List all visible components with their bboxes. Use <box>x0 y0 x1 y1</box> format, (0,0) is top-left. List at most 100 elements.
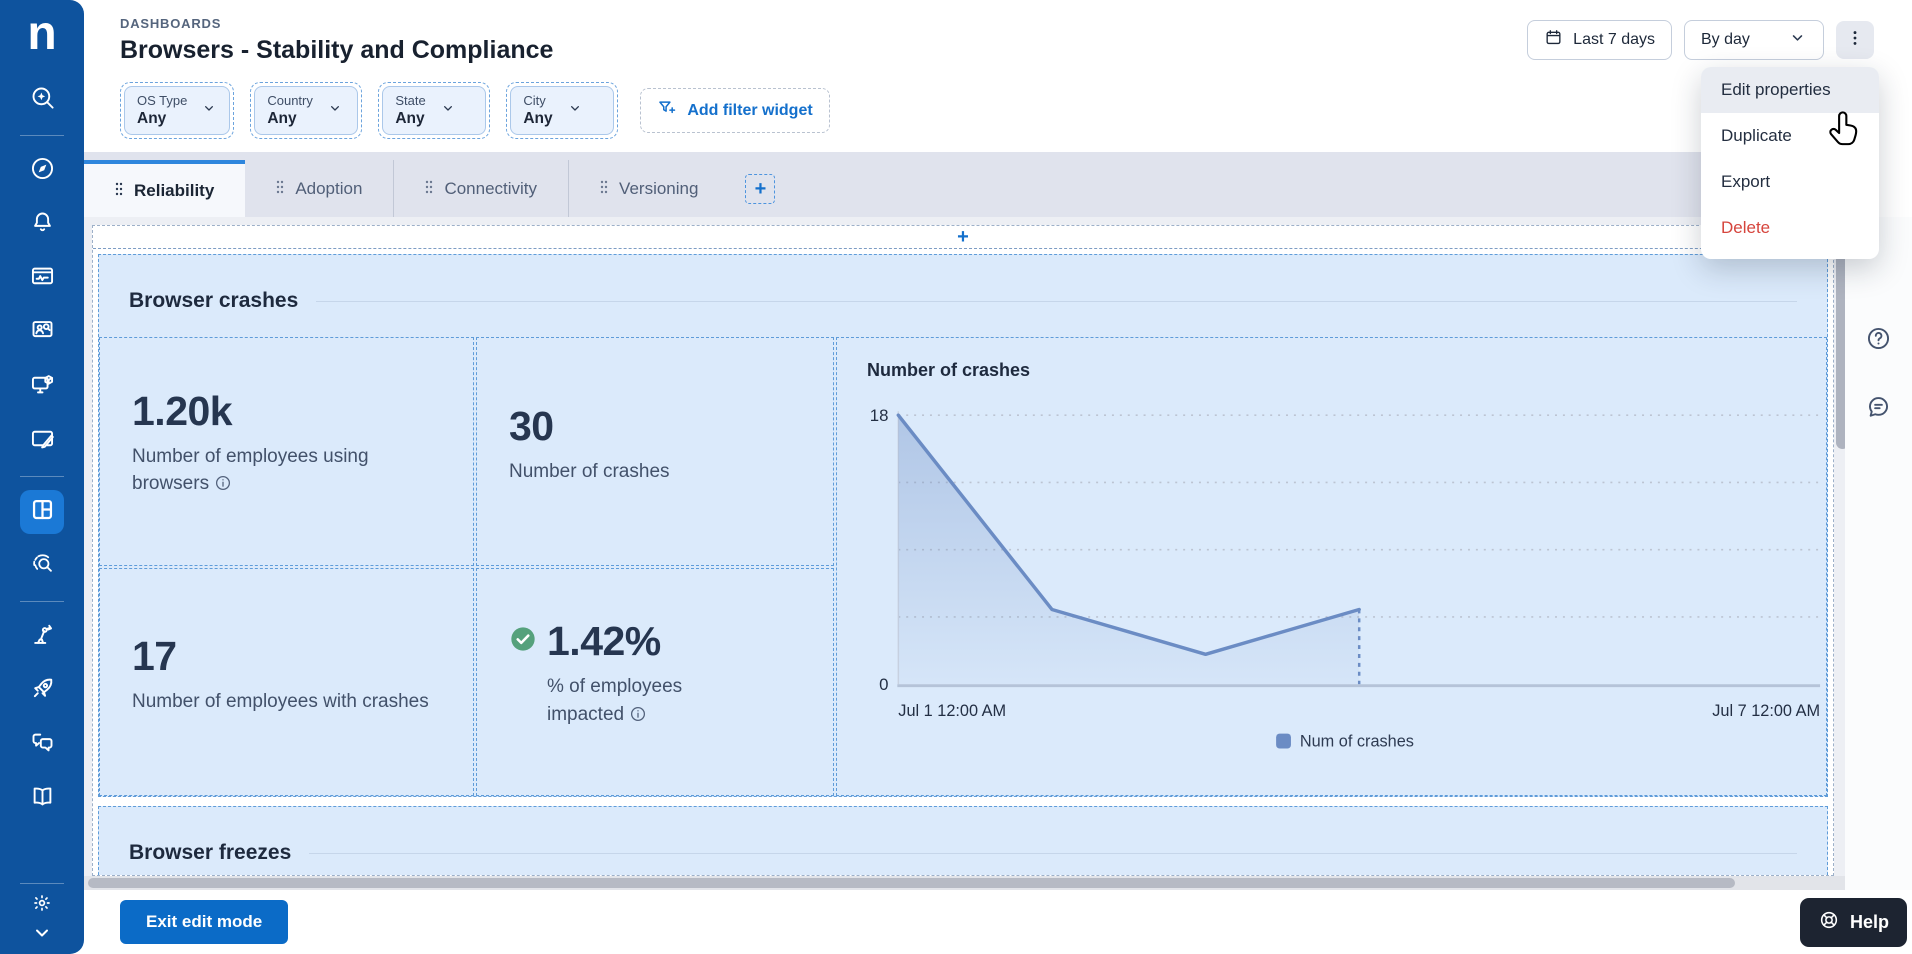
svg-text:Jul 7 12:00 AM: Jul 7 12:00 AM <box>1712 702 1820 720</box>
book-icon <box>29 783 56 815</box>
gear-icon[interactable] <box>30 892 54 921</box>
sidebar-item-search[interactable] <box>20 78 64 122</box>
life-ring-icon <box>1818 909 1840 936</box>
sidebar-item-investigations[interactable] <box>20 544 64 588</box>
horizontal-scrollbar[interactable] <box>84 876 1845 890</box>
vertical-scrollbar-thumb[interactable] <box>1836 253 1845 449</box>
kpi-value-row: 1.42% <box>509 618 797 665</box>
add-filter-widget-label: Add filter widget <box>687 101 813 119</box>
plus-icon: + <box>957 225 969 248</box>
sidebar-item-library[interactable] <box>20 777 64 821</box>
svg-text:18: 18 <box>870 406 889 425</box>
chevron-down-icon <box>327 100 343 121</box>
filter-chip-texts: OS Type Any <box>137 93 187 128</box>
help-button-label: Help <box>1849 911 1889 932</box>
drag-handle-icon[interactable] <box>425 179 433 199</box>
section-head: Browser crashes <box>99 255 1827 313</box>
tab-label: Versioning <box>619 178 699 198</box>
sidebar-item-employee-view[interactable] <box>20 311 64 355</box>
kpi-value: 1.20k <box>132 387 233 434</box>
time-range-label: Last 7 days <box>1573 31 1655 48</box>
menu-item-edit-properties[interactable]: Edit properties <box>1701 67 1879 113</box>
more-options-menu: Edit properties Duplicate Export Delete <box>1701 67 1879 259</box>
kpi-employees-using-browsers[interactable]: 1.20k Number of employees using browsers <box>99 337 474 566</box>
filter-widget-country: Country Any <box>250 82 363 139</box>
filter-chip-city[interactable]: City Any <box>510 86 615 135</box>
more-options-button[interactable] <box>1836 21 1874 59</box>
drag-handle-icon[interactable] <box>276 179 284 199</box>
filter-label: City <box>523 93 546 108</box>
granularity-select[interactable]: By day <box>1684 20 1824 60</box>
menu-item-export[interactable]: Export <box>1701 159 1879 205</box>
filter-value: Any <box>523 110 553 127</box>
crashes-line-chart: 18 0 Jul 1 12:00 AM Jul 7 12:00 AM Num of cr… <box>837 338 1826 795</box>
sidebar-item-alerts[interactable] <box>20 203 64 247</box>
right-gutter <box>1845 217 1912 890</box>
feedback-chat-icon[interactable] <box>1865 393 1892 425</box>
drag-handle-icon[interactable] <box>600 179 608 199</box>
filter-chip-texts: State Any <box>395 93 425 128</box>
sidebar-item-engage[interactable] <box>20 723 64 767</box>
tab-versioning[interactable]: Versioning <box>568 160 729 217</box>
drag-handle-icon[interactable] <box>115 181 123 201</box>
granularity-label: By day <box>1701 31 1750 48</box>
sidebar-divider <box>20 883 64 884</box>
filter-value: Any <box>395 110 425 127</box>
tab-adoption[interactable]: Adoption <box>245 160 393 217</box>
tab-connectivity[interactable]: Connectivity <box>393 160 568 217</box>
section-title: Browser crashes <box>129 289 299 312</box>
filter-chip-state[interactable]: State Any <box>382 86 487 135</box>
kpi-number-of-crashes[interactable]: 30 Number of crashes <box>476 337 834 566</box>
section-browser-freezes: Browser freezes <box>98 806 1828 875</box>
kpi-value: 17 <box>132 633 177 680</box>
footer-bar: Exit edit mode Help <box>84 890 1912 954</box>
sidebar-item-applications[interactable] <box>20 365 64 409</box>
tab-reliability[interactable]: Reliability <box>84 160 246 217</box>
collapse-chevron-down-icon[interactable] <box>30 921 54 950</box>
add-tab-button[interactable]: + <box>745 174 776 204</box>
widget-number-of-crashes-chart[interactable]: Number of crashes 18 0 Jul 1 12:00 AM Jul 7… <box>836 337 1827 796</box>
topbar-actions: Last 7 days By day <box>1527 20 1874 60</box>
filter-label: OS Type <box>137 93 188 108</box>
calendar-icon <box>1544 28 1563 52</box>
main-area: DASHBOARDS Browsers - Stability and Comp… <box>84 0 1912 954</box>
monitor-pulse-icon <box>29 263 56 295</box>
filter-chip-country[interactable]: Country Any <box>254 86 359 135</box>
funnel-plus-icon <box>657 98 677 123</box>
info-icon[interactable] <box>629 704 647 732</box>
kpi-employees-with-crashes[interactable]: 17 Number of employees with crashes <box>99 567 474 796</box>
kpi-percent-employees-impacted[interactable]: 1.42% % of employees impacted <box>476 567 834 796</box>
menu-item-delete[interactable]: Delete <box>1701 205 1879 251</box>
sidebar-item-overview[interactable] <box>20 149 64 193</box>
sidebar: n <box>0 0 84 954</box>
tab-label: Reliability <box>134 180 215 200</box>
robot-arm-icon <box>29 621 56 653</box>
add-section-strip[interactable]: + <box>93 226 1833 249</box>
filter-label: Country <box>267 93 313 108</box>
exit-edit-mode-button[interactable]: Exit edit mode <box>120 900 289 944</box>
filter-chip-os-type[interactable]: OS Type Any <box>124 86 231 135</box>
add-filter-widget-button[interactable]: Add filter widget <box>640 88 830 133</box>
svg-text:Num of crashes: Num of crashes <box>1300 733 1414 751</box>
filter-value: Any <box>137 110 167 127</box>
menu-item-duplicate[interactable]: Duplicate <box>1701 113 1879 159</box>
horizontal-scrollbar-thumb[interactable] <box>88 878 1735 888</box>
kpi-value: 30 <box>509 402 554 449</box>
kpi-value: 1.42% <box>547 618 661 665</box>
section-browser-crashes: Browser crashes 1.20k Number of employee… <box>98 254 1828 797</box>
help-circle-icon[interactable] <box>1865 325 1892 357</box>
info-icon[interactable] <box>214 473 232 501</box>
sidebar-item-adopt[interactable] <box>20 669 64 713</box>
dashboard-content: + Browser crashes 1.20k Number of employ… <box>84 217 1845 890</box>
sidebar-item-campaigns[interactable] <box>20 419 64 463</box>
filter-widget-state: State Any <box>378 82 491 139</box>
bell-icon <box>29 209 56 241</box>
chevron-down-icon <box>567 100 583 121</box>
chat-bubbles-icon <box>29 729 56 761</box>
help-button[interactable]: Help <box>1799 897 1907 947</box>
kpi-label: % of employees impacted <box>547 673 742 731</box>
sidebar-item-device-view[interactable] <box>20 257 64 301</box>
sidebar-item-remote-actions[interactable] <box>20 615 64 659</box>
sidebar-item-dashboards[interactable] <box>20 490 64 534</box>
time-range-button[interactable]: Last 7 days <box>1527 20 1672 60</box>
